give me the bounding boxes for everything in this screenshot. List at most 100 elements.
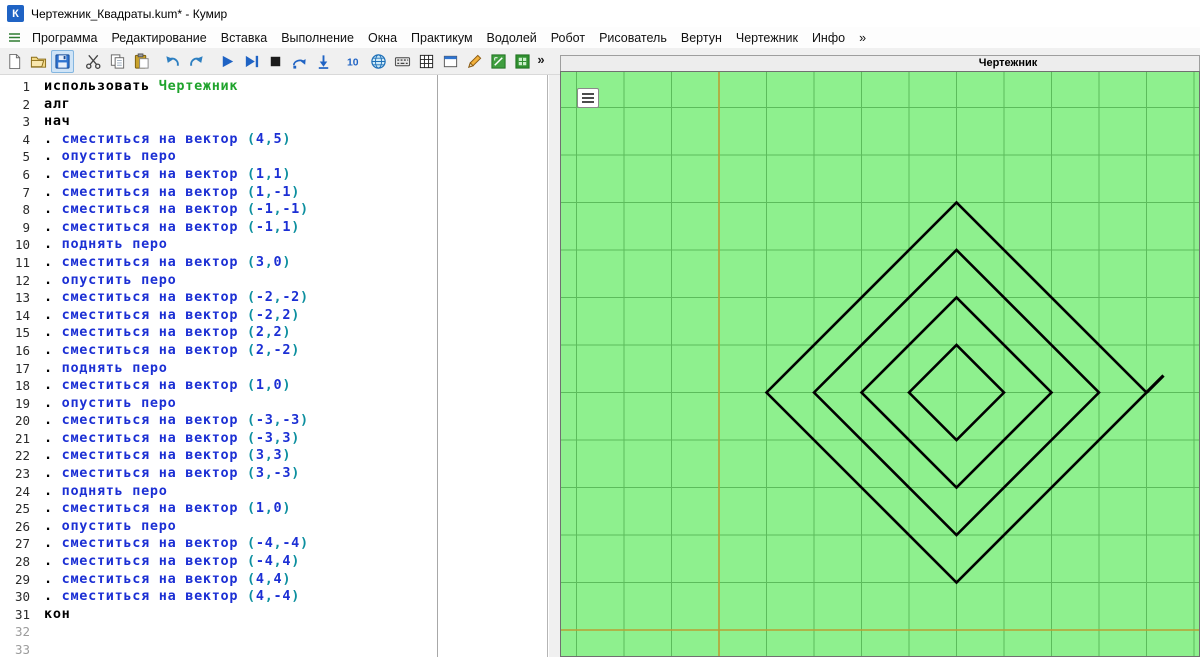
code-text: . сместиться на вектор (3,-3)	[36, 465, 300, 483]
run-to-end-icon	[243, 53, 260, 70]
menu-item-vstavka[interactable]: Вставка	[214, 29, 274, 47]
code-line[interactable]: 18. сместиться на вектор (1,0)	[0, 377, 547, 395]
toolbar-overflow-button[interactable]: »	[533, 52, 549, 67]
stop-icon	[267, 53, 284, 70]
toolbar-group: 10	[343, 50, 535, 73]
robot-field-button[interactable]	[415, 50, 438, 73]
code-line[interactable]: 22. сместиться на вектор (3,3)	[0, 447, 547, 465]
language-button[interactable]	[367, 50, 390, 73]
line-number: 17	[0, 360, 36, 378]
redo-button[interactable]	[185, 50, 208, 73]
code-text: . сместиться на вектор (3,0)	[36, 254, 291, 272]
open-folder-icon	[30, 53, 47, 70]
code-text: . опустить перо	[36, 148, 176, 166]
step-over-button[interactable]	[288, 50, 311, 73]
line-number: 7	[0, 184, 36, 202]
menu-item-praktikum[interactable]: Практикум	[404, 29, 480, 47]
menu-item-menu-overflow[interactable]: »	[852, 29, 873, 47]
pane-splitter[interactable]	[549, 75, 560, 657]
code-text: . сместиться на вектор (-4,-4)	[36, 535, 309, 553]
code-line[interactable]: 26. опустить перо	[0, 518, 547, 536]
code-line[interactable]: 10. поднять перо	[0, 236, 547, 254]
new-document-icon	[6, 53, 23, 70]
new-file-button[interactable]	[3, 50, 26, 73]
actor-window-icon	[514, 53, 531, 70]
code-line[interactable]: 4. сместиться на вектор (4,5)	[0, 131, 547, 149]
open-file-button[interactable]	[27, 50, 50, 73]
windows-button[interactable]	[439, 50, 462, 73]
code-line[interactable]: 5. опустить перо	[0, 148, 547, 166]
code-text: . поднять перо	[36, 483, 168, 501]
code-area[interactable]: 1использовать Чертежник2алг3нач4. смести…	[0, 78, 547, 657]
menu-item-vertun[interactable]: Вертун	[674, 29, 729, 47]
code-line[interactable]: 24. поднять перо	[0, 483, 547, 501]
code-text: . сместиться на вектор (2,2)	[36, 324, 291, 342]
menu-item-redaktirovanie[interactable]: Редактирование	[105, 29, 214, 47]
code-line[interactable]: 12. опустить перо	[0, 272, 547, 290]
code-line[interactable]: 2алг	[0, 96, 547, 114]
menu-item-okna[interactable]: Окна	[361, 29, 404, 47]
code-line[interactable]: 16. сместиться на вектор (2,-2)	[0, 342, 547, 360]
cut-button[interactable]	[82, 50, 105, 73]
window-icon	[442, 53, 459, 70]
run-to-end-button[interactable]	[240, 50, 263, 73]
menu-item-robot[interactable]: Робот	[544, 29, 592, 47]
code-text: . сместиться на вектор (2,-2)	[36, 342, 300, 360]
step-over-icon	[291, 53, 308, 70]
code-line[interactable]: 9. сместиться на вектор (-1,1)	[0, 219, 547, 237]
code-line[interactable]: 29. сместиться на вектор (4,4)	[0, 571, 547, 589]
code-line[interactable]: 14. сместиться на вектор (-2,2)	[0, 307, 547, 325]
toggle-line-numbers-button[interactable]: 10	[343, 50, 366, 73]
undo-button[interactable]	[161, 50, 184, 73]
canvas-menu-button[interactable]	[577, 88, 599, 108]
code-line[interactable]: 33	[0, 641, 547, 657]
actor-window-button[interactable]	[511, 50, 534, 73]
step-into-button[interactable]	[312, 50, 335, 73]
code-line[interactable]: 3нач	[0, 113, 547, 131]
line-number: 4	[0, 131, 36, 149]
edit-mode-button[interactable]	[463, 50, 486, 73]
code-line[interactable]: 20. сместиться на вектор (-3,-3)	[0, 412, 547, 430]
code-line[interactable]: 31кон	[0, 606, 547, 624]
menu-item-risovatel[interactable]: Рисователь	[592, 29, 674, 47]
code-text	[36, 623, 44, 641]
kumir-logo-icon: К	[7, 5, 24, 22]
code-line[interactable]: 25. сместиться на вектор (1,0)	[0, 500, 547, 518]
code-line[interactable]: 8. сместиться на вектор (-1,-1)	[0, 201, 547, 219]
line-number: 23	[0, 465, 36, 483]
drawer-window-button[interactable]	[487, 50, 510, 73]
code-line[interactable]: 27. сместиться на вектор (-4,-4)	[0, 535, 547, 553]
code-line[interactable]: 15. сместиться на вектор (2,2)	[0, 324, 547, 342]
code-line[interactable]: 6. сместиться на вектор (1,1)	[0, 166, 547, 184]
code-line[interactable]: 17. поднять перо	[0, 360, 547, 378]
menu-item-chertezhnik[interactable]: Чертежник	[729, 29, 805, 47]
code-line[interactable]: 19. опустить перо	[0, 395, 547, 413]
stop-button[interactable]	[264, 50, 287, 73]
save-file-button[interactable]	[51, 50, 74, 73]
code-line[interactable]: 30. сместиться на вектор (4,-4)	[0, 588, 547, 606]
drawer-panel-title[interactable]: Чертежник	[560, 55, 1200, 71]
run-button[interactable]	[216, 50, 239, 73]
menu-item-vodoley[interactable]: Водолей	[480, 29, 544, 47]
paste-button[interactable]	[130, 50, 153, 73]
code-line[interactable]: 1использовать Чертежник	[0, 78, 547, 96]
code-text: нач	[36, 113, 70, 131]
code-line[interactable]: 28. сместиться на вектор (-4,4)	[0, 553, 547, 571]
code-line[interactable]: 21. сместиться на вектор (-3,3)	[0, 430, 547, 448]
editor-pane[interactable]: 1использовать Чертежник2алг3нач4. смести…	[0, 75, 548, 657]
menu-item-vypolnenie[interactable]: Выполнение	[274, 29, 361, 47]
menu-item-info[interactable]: Инфо	[805, 29, 852, 47]
menu-item-programma[interactable]: Программа	[25, 29, 105, 47]
menu-grip-icon	[8, 31, 21, 44]
code-line[interactable]: 13. сместиться на вектор (-2,-2)	[0, 289, 547, 307]
keyboard-layout-button[interactable]	[391, 50, 414, 73]
code-line[interactable]: 23. сместиться на вектор (3,-3)	[0, 465, 547, 483]
code-line[interactable]: 11. сместиться на вектор (3,0)	[0, 254, 547, 272]
line-number: 33	[0, 641, 36, 657]
code-text: . сместиться на вектор (-1,1)	[36, 219, 300, 237]
line-number: 21	[0, 430, 36, 448]
copy-button[interactable]	[106, 50, 129, 73]
line-number: 29	[0, 571, 36, 589]
code-line[interactable]: 32	[0, 623, 547, 641]
code-line[interactable]: 7. сместиться на вектор (1,-1)	[0, 184, 547, 202]
